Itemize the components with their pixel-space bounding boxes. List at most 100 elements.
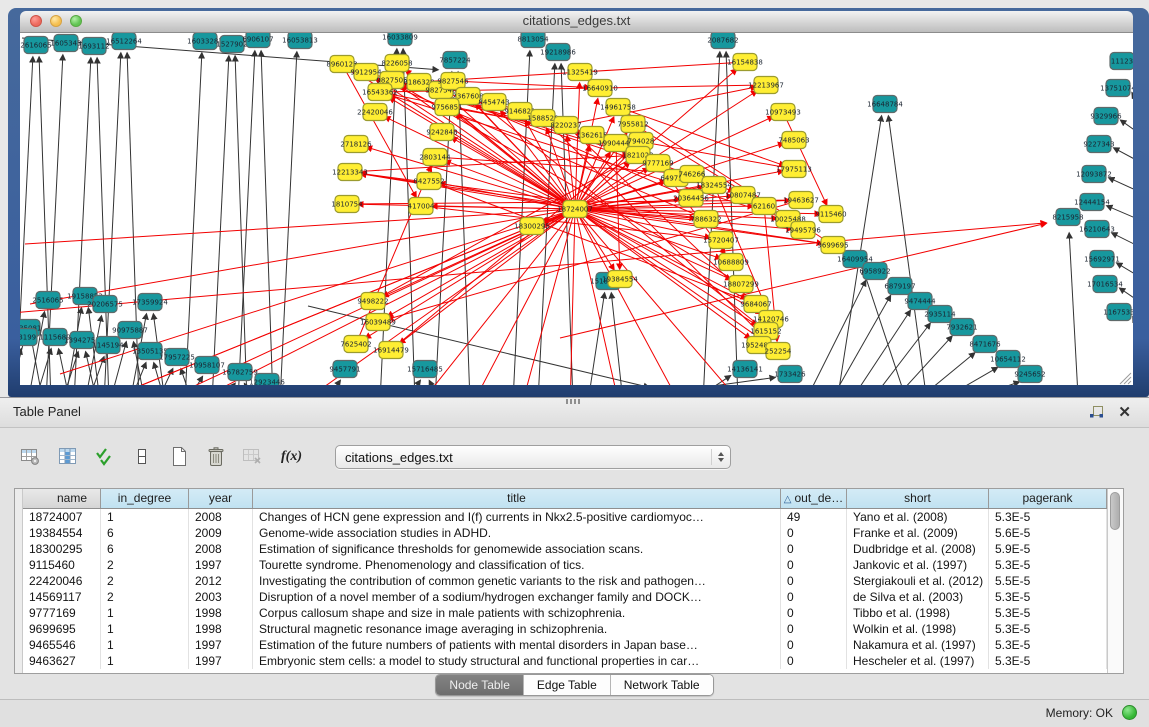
graph-node[interactable]: 9699695 bbox=[817, 237, 848, 254]
graph-node[interactable]: 16053813 bbox=[282, 33, 318, 49]
graph-node[interactable]: 16640910 bbox=[582, 80, 618, 97]
graph-node[interactable]: 19463627 bbox=[783, 192, 819, 209]
graph-node[interactable]: 2087682 bbox=[707, 33, 738, 49]
graph-node[interactable]: 8471676 bbox=[969, 336, 1001, 353]
graph-node[interactable]: 2616065 bbox=[20, 37, 51, 54]
graph-node[interactable]: 9227343 bbox=[1083, 136, 1114, 153]
graph-node[interactable]: 6879197 bbox=[884, 278, 915, 295]
table-row[interactable]: 977716911998Corpus callosum shape and si… bbox=[23, 605, 1107, 621]
select-rows-icon[interactable] bbox=[92, 445, 118, 469]
row-height-icon[interactable] bbox=[129, 445, 155, 469]
column-header-out_degree[interactable]: △out_de… bbox=[781, 489, 847, 508]
graph-node[interactable]: 8813054 bbox=[517, 33, 549, 48]
minimize-window-button[interactable] bbox=[50, 15, 62, 27]
graph-node[interactable]: 1605343 bbox=[50, 35, 81, 52]
column-header-in_degree[interactable]: in_degree bbox=[101, 489, 189, 508]
graph-node[interactable]: 252254 bbox=[765, 343, 792, 360]
graph-node[interactable]: 8226058 bbox=[381, 55, 412, 72]
table-row[interactable]: 946362711997Embryonic stem cells: a mode… bbox=[23, 653, 1107, 669]
show-columns-icon[interactable] bbox=[55, 445, 81, 469]
function-builder-icon[interactable]: f(x) bbox=[281, 449, 302, 465]
graph-node[interactable]: 14136141 bbox=[727, 361, 763, 378]
table-options-icon[interactable] bbox=[18, 445, 44, 469]
table-select-dropdown[interactable]: citations_edges.txt bbox=[335, 445, 731, 469]
column-header-short[interactable]: short bbox=[847, 489, 989, 508]
table-row[interactable]: 1830029562008Estimation of significance … bbox=[23, 541, 1107, 557]
graph-node[interactable]: 8427552 bbox=[413, 173, 444, 190]
graph-node[interactable]: 1693112 bbox=[78, 38, 109, 55]
graph-node[interactable]: 9115460 bbox=[815, 206, 846, 223]
tab-edge-table[interactable]: Edge Table bbox=[524, 675, 611, 695]
graph-node[interactable]: 13751074 bbox=[1100, 80, 1133, 97]
graph-node[interactable]: 12093872 bbox=[1076, 166, 1112, 183]
graph-node[interactable]: 9329966 bbox=[1090, 108, 1122, 125]
graph-node[interactable]: 1167533 bbox=[1103, 304, 1133, 321]
table-row[interactable]: 1456911722003Disruption of a novel membe… bbox=[23, 589, 1107, 605]
network-window-titlebar[interactable]: citations_edges.txt bbox=[20, 11, 1133, 33]
graph-node[interactable]: 12213343 bbox=[332, 164, 368, 181]
scrollbar-thumb[interactable] bbox=[1110, 492, 1120, 530]
graph-node[interactable]: 16039489 bbox=[360, 314, 396, 331]
graph-node[interactable]: 9242848 bbox=[426, 124, 457, 141]
graph-node[interactable]: 11123 bbox=[1110, 53, 1133, 70]
graph-node[interactable]: 2516065 bbox=[32, 292, 63, 309]
graph-node[interactable]: 15692971 bbox=[1084, 251, 1120, 268]
table-row[interactable]: 1872400712008Changes of HCN gene express… bbox=[23, 509, 1107, 525]
graph-node[interactable]: 16154838 bbox=[727, 54, 763, 71]
panel-divider-grip[interactable] bbox=[566, 399, 580, 404]
graph-node[interactable]: 19218986 bbox=[540, 44, 576, 61]
zoom-window-button[interactable] bbox=[70, 15, 82, 27]
graph-node[interactable]: 7932621 bbox=[946, 319, 977, 336]
table-row[interactable]: 2242004622012Investigating the contribut… bbox=[23, 573, 1107, 589]
graph-node[interactable]: 62160 bbox=[752, 198, 776, 215]
graph-node[interactable]: 6958922 bbox=[859, 263, 890, 280]
graph-node[interactable]: 7485063 bbox=[778, 132, 809, 149]
graph-node[interactable]: 7625402 bbox=[340, 336, 371, 353]
graph-node[interactable]: 10688809 bbox=[713, 254, 749, 271]
graph-node[interactable]: 9756851 bbox=[431, 99, 462, 116]
create-column-icon[interactable] bbox=[166, 445, 192, 469]
graph-node[interactable]: 16648784 bbox=[867, 96, 903, 113]
graph-node[interactable]: 16210643 bbox=[1079, 221, 1115, 238]
graph-node[interactable]: 12213967 bbox=[748, 77, 784, 94]
tab-network-table[interactable]: Network Table bbox=[611, 675, 713, 695]
table-row[interactable]: 911546021997Tourette syndrome. Phenomeno… bbox=[23, 557, 1107, 573]
graph-node[interactable]: 93199 bbox=[20, 329, 37, 346]
graph-node[interactable]: 9498222 bbox=[357, 293, 388, 310]
graph-node[interactable]: 7857224 bbox=[439, 52, 471, 69]
graph-node[interactable]: 1810754 bbox=[331, 196, 363, 213]
graph-node[interactable]: 16033809 bbox=[382, 33, 418, 46]
column-header-name[interactable]: name bbox=[23, 489, 101, 508]
canvas-resize-grip[interactable] bbox=[1120, 373, 1131, 384]
tab-node-table[interactable]: Node Table bbox=[436, 675, 524, 695]
graph-node[interactable]: 7955812 bbox=[617, 116, 648, 133]
network-canvas[interactable]: 2616065160534316931121651226416033287152… bbox=[20, 33, 1133, 385]
table-row[interactable]: 969969511998Structural magnetic resonanc… bbox=[23, 621, 1107, 637]
graph-node[interactable]: 1145194 bbox=[92, 337, 124, 354]
graph-node[interactable]: 16914479 bbox=[373, 342, 409, 359]
table-row[interactable]: 1938455462009Genome-wide association stu… bbox=[23, 525, 1107, 541]
graph-node[interactable]: 15720407 bbox=[703, 232, 739, 249]
delete-columns-icon[interactable] bbox=[203, 445, 229, 469]
graph-node[interactable]: 9457791 bbox=[329, 361, 360, 378]
float-panel-icon[interactable] bbox=[1089, 405, 1104, 419]
table-row[interactable]: 946554611997Estimation of the future num… bbox=[23, 637, 1107, 653]
graph-node[interactable]: 14961758 bbox=[600, 99, 636, 116]
column-header-title[interactable]: title bbox=[253, 489, 781, 508]
close-panel-icon[interactable]: ✕ bbox=[1118, 405, 1131, 420]
graph-node[interactable]: 2718126 bbox=[340, 136, 372, 153]
graph-node[interactable]: 17359924 bbox=[132, 294, 168, 311]
graph-node[interactable]: 6906107 bbox=[242, 33, 273, 48]
graph-node[interactable]: 7886322 bbox=[690, 211, 721, 228]
delete-table-icon[interactable] bbox=[240, 445, 266, 469]
close-window-button[interactable] bbox=[30, 15, 42, 27]
memory-indicator[interactable] bbox=[1122, 705, 1137, 720]
graph-node[interactable]: 9245652 bbox=[1014, 366, 1045, 383]
graph-node[interactable]: 10654112 bbox=[990, 351, 1026, 368]
graph-node[interactable]: 17016534 bbox=[1087, 276, 1123, 293]
graph-node[interactable]: 12444154 bbox=[1074, 194, 1110, 211]
graph-node[interactable]: 1733426 bbox=[774, 366, 806, 383]
column-header-pagerank[interactable]: pagerank bbox=[989, 489, 1107, 508]
column-header-year[interactable]: year bbox=[189, 489, 253, 508]
table-scrollbar[interactable] bbox=[1107, 489, 1123, 673]
